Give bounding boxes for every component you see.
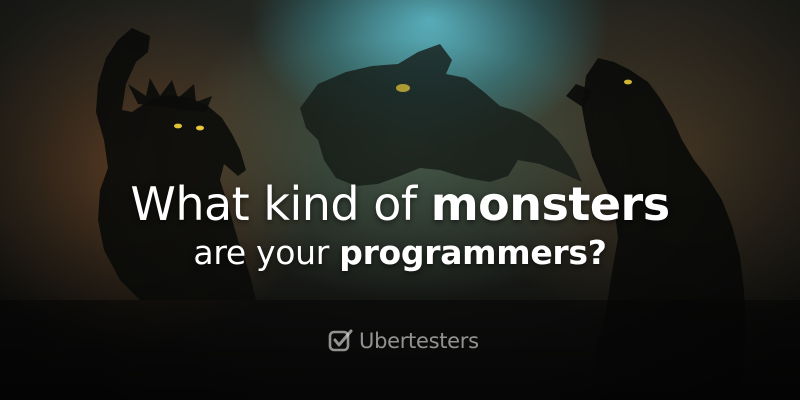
left-monster-eye: [174, 123, 182, 129]
headline-line-2: are your programmers?: [0, 232, 800, 274]
banner: What kind of monsters are your programme…: [0, 0, 800, 400]
brand-logo: Ubertesters: [327, 326, 479, 356]
dragon-eye: [396, 84, 410, 92]
headline-line-1-bold: monsters: [430, 177, 670, 231]
headline-line-2-regular: are your: [193, 233, 340, 272]
brand-name: Ubertesters: [359, 329, 479, 353]
checkbox-icon: [328, 329, 353, 352]
headline-line-1-regular: What kind of: [130, 177, 431, 231]
dragon-silhouette: [300, 44, 582, 186]
headline: What kind of monsters are your programme…: [0, 178, 800, 274]
left-monster-eye: [196, 125, 204, 131]
headline-line-2-bold: programmers?: [339, 233, 607, 272]
right-monster-eye: [624, 79, 632, 85]
headline-line-1: What kind of monsters: [0, 178, 800, 230]
